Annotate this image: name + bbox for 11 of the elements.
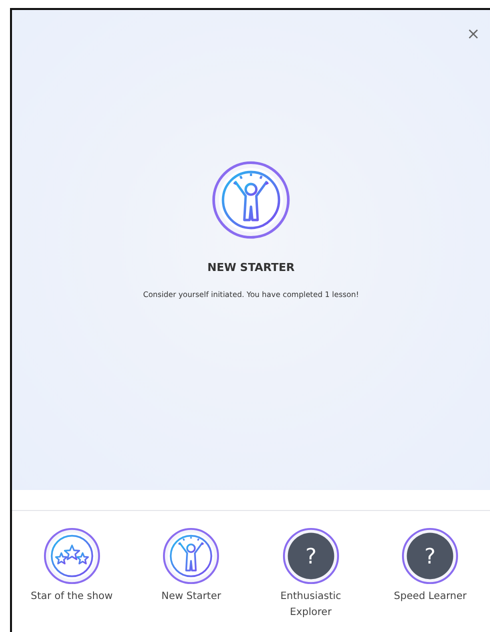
locked-badge-icon[interactable]: ? [401, 527, 460, 585]
person-badge-icon[interactable] [162, 527, 220, 585]
badge-icon [211, 160, 291, 240]
stars-badge-icon[interactable] [42, 527, 101, 585]
badge-label: New Starter [161, 590, 222, 604]
badge-label: Star of the show [30, 590, 113, 604]
badge-title: NEW STARTER [207, 260, 295, 276]
close-button[interactable]: × [464, 24, 482, 44]
badge-label: Enthusiastic Explorer [279, 590, 342, 620]
badge-label: Speed Learner [394, 590, 467, 604]
locked-badge-icon[interactable]: ? [282, 527, 340, 585]
